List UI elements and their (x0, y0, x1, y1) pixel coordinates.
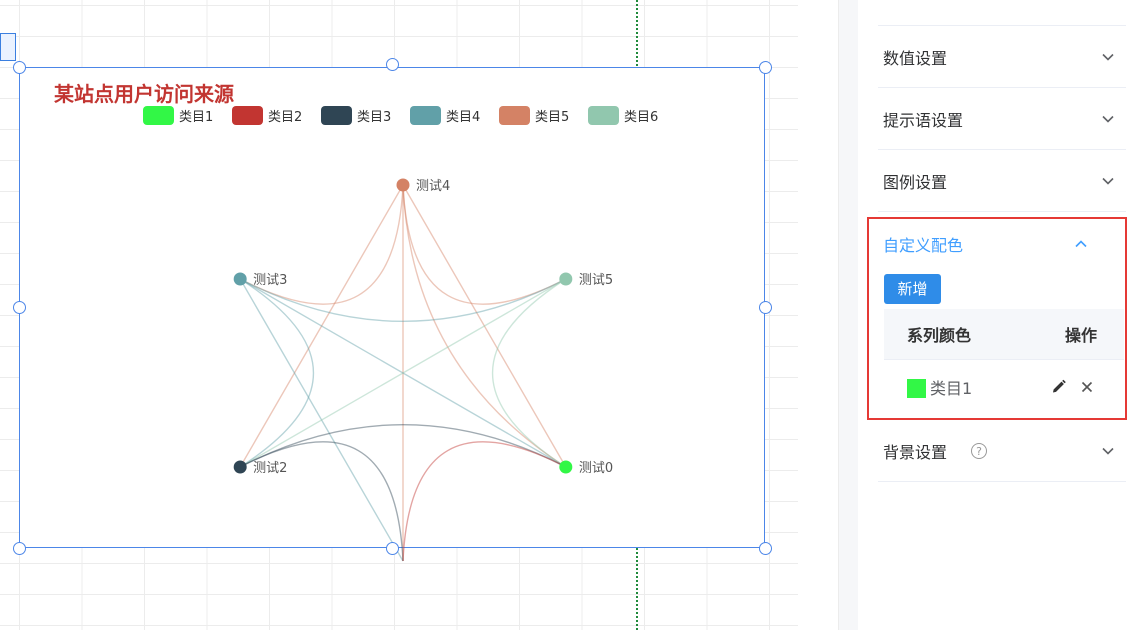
resize-handle-top[interactable] (386, 58, 399, 71)
add-color-button[interactable]: 新增 (884, 274, 941, 304)
graph-node[interactable] (559, 460, 573, 474)
chevron-down-icon[interactable] (1102, 115, 1114, 123)
legend-label: 类目3 (357, 109, 392, 125)
table-row: 类目1 (884, 359, 1124, 415)
graph-link (239, 441, 404, 562)
graph-node-label: 测试2 (253, 461, 287, 476)
resize-handle-left[interactable] (13, 301, 26, 314)
legend-label: 类目1 (179, 109, 214, 125)
series-label: 类目1 (930, 379, 973, 398)
chevron-down-icon[interactable] (1102, 53, 1114, 61)
graph-link (402, 441, 567, 562)
color-table-header: 系列颜色 操作 (884, 309, 1124, 360)
edit-icon[interactable] (1051, 379, 1066, 395)
resize-handle-bottom[interactable] (386, 542, 399, 555)
legend-swatch (143, 105, 174, 125)
panel-divider (838, 0, 859, 630)
legend-swatch (321, 105, 352, 125)
legend-item[interactable]: 类目5 (499, 104, 569, 126)
graph-node-label: 测试5 (579, 273, 613, 288)
custom-colors-header[interactable]: 自定义配色 (869, 219, 1125, 269)
legend-item[interactable]: 类目2 (232, 104, 302, 126)
graph-link (491, 278, 567, 468)
help-icon[interactable]: ? (971, 442, 987, 459)
graph-node[interactable] (559, 272, 573, 286)
legend-item[interactable]: 类目3 (321, 104, 391, 126)
legend-swatch (232, 105, 263, 125)
chart-title: 某站点用户访问来源 (54, 82, 234, 106)
graph-link (402, 184, 567, 305)
chevron-up-icon[interactable] (1075, 240, 1087, 248)
legend-swatch (499, 105, 530, 125)
chevron-down-icon[interactable] (1102, 447, 1114, 455)
resize-handle-top-left[interactable] (13, 61, 26, 74)
legend-swatch (588, 105, 619, 125)
section-background-settings[interactable]: 背景设置 ? (878, 420, 1126, 482)
graph-node[interactable] (396, 178, 410, 192)
legend-label: 类目5 (535, 109, 570, 125)
legend-item[interactable]: 类目4 (410, 104, 480, 126)
section-tooltip-settings[interactable]: 提示语设置 (878, 88, 1126, 150)
legend-label: 类目2 (268, 109, 303, 125)
section-title: 自定义配色 (883, 236, 964, 255)
legend-item[interactable]: 类目1 (143, 104, 213, 126)
legend-label: 类目6 (624, 109, 659, 125)
graph-node-label: 测试0 (579, 461, 613, 476)
close-icon[interactable] (1081, 381, 1093, 393)
color-swatch[interactable] (907, 379, 926, 398)
legend-item[interactable]: 类目6 (588, 104, 658, 126)
column-header-action: 操作 (1065, 326, 1098, 345)
resize-handle-bottom-left[interactable] (13, 542, 26, 555)
chevron-down-icon[interactable] (1102, 177, 1114, 185)
resize-handle-top-right[interactable] (759, 61, 772, 74)
section-title: 图例设置 (883, 172, 948, 192)
legend-swatch (410, 105, 441, 125)
legend-label: 类目4 (446, 109, 481, 125)
resize-handle-bottom-right[interactable] (759, 542, 772, 555)
section-title: 背景设置 (883, 442, 948, 462)
section-title: 数值设置 (883, 48, 948, 68)
section-title: 提示语设置 (883, 110, 964, 130)
graph-link (239, 278, 315, 468)
section-number-settings[interactable]: 数值设置 (878, 26, 1126, 88)
graph-node-label: 测试3 (253, 273, 287, 288)
graph-node[interactable] (233, 460, 247, 474)
graph-node[interactable] (233, 272, 247, 286)
spreadsheet-canvas[interactable]: 测试0 测试2 测试3 测试4 测试5 某站点用户访问来源 类目1 类目2 类目3 类目… (0, 0, 838, 630)
section-legend-settings[interactable]: 图例设置 (878, 150, 1126, 212)
resize-handle-right[interactable] (759, 301, 772, 314)
graph-node-label: 测试4 (416, 179, 450, 194)
section-previous[interactable] (878, 0, 1126, 26)
column-header-series-color: 系列颜色 (907, 326, 972, 345)
graph-links (239, 184, 567, 562)
